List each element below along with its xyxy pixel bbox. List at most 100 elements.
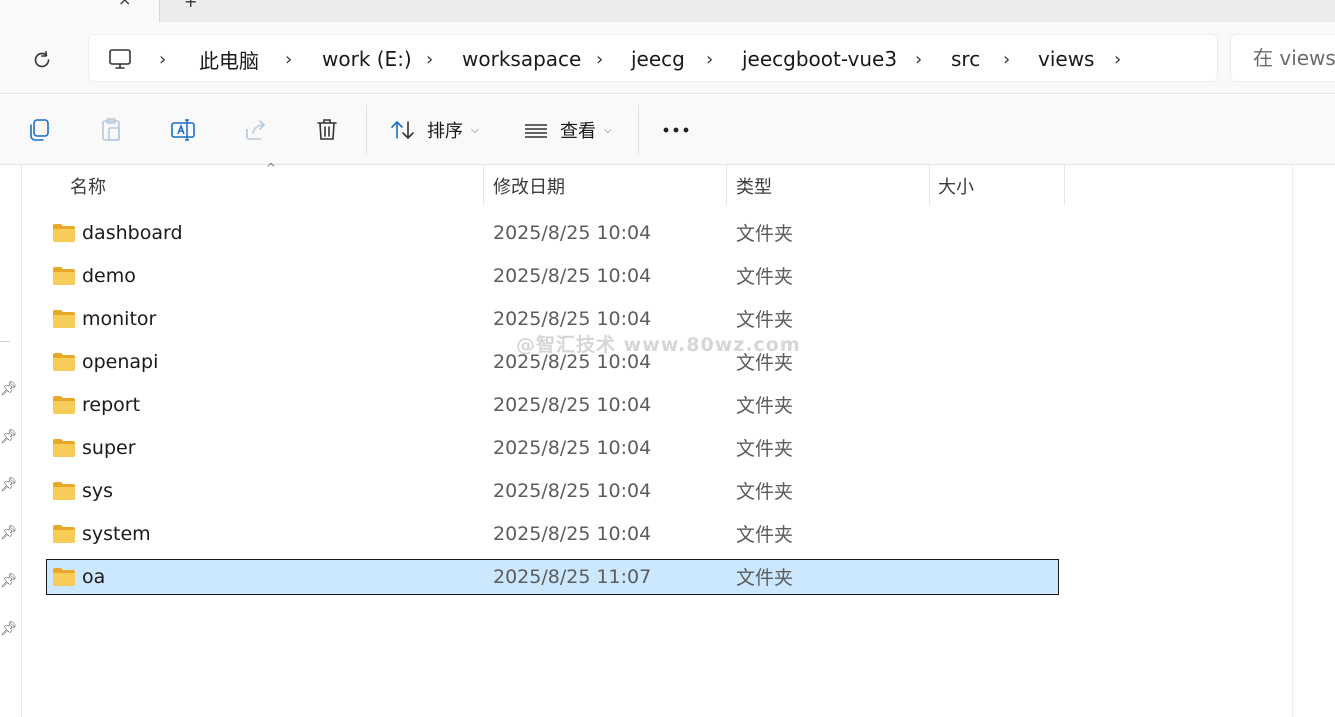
- sort-label: 排序: [427, 121, 463, 142]
- breadcrumb-work-drive[interactable]: work (E:): [322, 35, 412, 83]
- chevron-right-icon[interactable]: ›: [1003, 35, 1010, 83]
- this-pc-icon[interactable]: [107, 35, 133, 83]
- refresh-icon: [34, 51, 50, 68]
- chevron-down-icon: ⌵: [604, 124, 612, 136]
- more-options-button[interactable]: [661, 115, 691, 145]
- copy-icon: [30, 119, 49, 141]
- file-type: 文件夹: [736, 567, 794, 589]
- paste-button[interactable]: [96, 115, 126, 145]
- breadcrumb-views[interactable]: views: [1038, 35, 1094, 83]
- pin-icon[interactable]: 📌︎: [0, 573, 18, 589]
- copy-button[interactable]: [24, 115, 54, 145]
- separator: [366, 105, 367, 155]
- rename-button[interactable]: [168, 115, 198, 145]
- file-row[interactable]: dashboard 2025/8/25 10:04 文件夹: [22, 211, 1292, 254]
- share-icon: [246, 120, 266, 140]
- trash-icon: [317, 119, 337, 140]
- file-row[interactable]: demo 2025/8/25 10:04 文件夹: [22, 254, 1292, 297]
- file-type: 文件夹: [736, 481, 794, 503]
- folder-icon: [52, 254, 76, 297]
- tab-strip: × +: [0, 0, 1335, 22]
- breadcrumb-jeecg[interactable]: jeecg: [631, 35, 685, 83]
- clipboard-icon: [102, 118, 120, 141]
- watermark: @智汇技术 www.80wz.com: [516, 334, 801, 356]
- address-bar: › 此电脑 › work (E:) › worksapace › jeecg ›…: [0, 22, 1335, 94]
- pin-icon[interactable]: 📌︎: [0, 477, 18, 493]
- column-name[interactable]: 名称: [70, 165, 106, 207]
- sort-button[interactable]: 排序 ⌵: [389, 113, 479, 147]
- folder-icon: [52, 297, 76, 340]
- file-row[interactable]: system 2025/8/25 10:04 文件夹: [22, 512, 1292, 555]
- share-button[interactable]: [241, 115, 271, 145]
- chevron-down-icon: ⌵: [471, 124, 479, 136]
- file-name: super: [82, 436, 136, 459]
- breadcrumb-this-pc[interactable]: 此电脑: [199, 35, 259, 83]
- chevron-right-icon[interactable]: ›: [915, 35, 922, 83]
- file-date: 2025/8/25 10:04: [493, 522, 652, 545]
- view-button[interactable]: 查看 ⌵: [522, 113, 612, 147]
- file-type: 文件夹: [736, 438, 794, 460]
- file-row[interactable]: report 2025/8/25 10:04 文件夹: [22, 383, 1292, 426]
- pin-icon[interactable]: 📌︎: [0, 381, 18, 397]
- column-divider[interactable]: [483, 165, 484, 205]
- folder-icon: [52, 512, 76, 555]
- breadcrumb[interactable]: › 此电脑 › work (E:) › worksapace › jeecg ›…: [88, 34, 1218, 82]
- file-type: 文件夹: [736, 223, 794, 245]
- column-size[interactable]: 大小: [938, 165, 974, 207]
- file-name: monitor: [82, 307, 157, 330]
- column-divider[interactable]: [929, 165, 930, 205]
- chevron-right-icon[interactable]: ›: [596, 35, 603, 83]
- file-list: dashboard 2025/8/25 10:04 文件夹 demo 2025/…: [22, 211, 1292, 598]
- chevron-right-icon[interactable]: ›: [1114, 35, 1121, 83]
- sort-icon: [391, 120, 414, 140]
- breadcrumb-src[interactable]: src: [951, 35, 980, 83]
- folder-icon: [52, 426, 76, 469]
- file-row[interactable]: sys 2025/8/25 10:04 文件夹: [22, 469, 1292, 512]
- breadcrumb-worksapace[interactable]: worksapace: [462, 35, 581, 83]
- file-name: report: [82, 393, 141, 416]
- file-name: demo: [82, 264, 136, 287]
- navigation-pane[interactable]: 📌︎ 📌︎ 📌︎ 📌︎ 📌︎ 📌︎: [0, 165, 22, 717]
- refresh-button[interactable]: [28, 46, 56, 74]
- more-icon: [663, 127, 689, 133]
- list-view-icon: [525, 124, 547, 138]
- breadcrumb-jeecgboot-vue3[interactable]: jeecgboot-vue3: [742, 35, 897, 83]
- file-name: oa: [82, 565, 106, 588]
- rename-icon: [171, 119, 195, 141]
- folder-icon: [52, 383, 76, 426]
- file-name: sys: [82, 479, 114, 502]
- pin-icon[interactable]: 📌︎: [0, 525, 18, 541]
- file-type: 文件夹: [736, 524, 794, 546]
- chevron-right-icon[interactable]: ›: [159, 35, 166, 83]
- command-bar: 排序 ⌵ 查看 ⌵: [0, 95, 1335, 165]
- chevron-right-icon[interactable]: ›: [706, 35, 713, 83]
- column-header: ^ 名称 修改日期 类型 大小: [22, 161, 1292, 207]
- tab-views[interactable]: ×: [0, 0, 160, 22]
- file-date: 2025/8/25 10:04: [493, 393, 652, 416]
- file-date: 2025/8/25 10:04: [493, 436, 652, 459]
- file-row[interactable]: oa 2025/8/25 11:07 文件夹: [22, 555, 1292, 598]
- close-icon[interactable]: ×: [118, 0, 131, 8]
- sort-up-icon: ^: [266, 161, 277, 175]
- search-input[interactable]: 在 views: [1230, 34, 1335, 82]
- pin-icon[interactable]: 📌︎: [0, 429, 18, 445]
- file-explorer-window: × + › 此电脑 › work (E:) › worksapace ›: [0, 0, 1335, 717]
- chevron-right-icon[interactable]: ›: [285, 35, 292, 83]
- delete-button[interactable]: [312, 115, 342, 145]
- folder-icon: [52, 469, 76, 512]
- new-tab-icon[interactable]: +: [184, 0, 197, 10]
- chevron-right-icon[interactable]: ›: [426, 35, 433, 83]
- details-pane-edge: [1292, 165, 1293, 717]
- folder-icon: [52, 211, 76, 254]
- separator: [638, 105, 639, 155]
- column-date[interactable]: 修改日期: [493, 165, 565, 207]
- file-type: 文件夹: [736, 266, 794, 288]
- file-type: 文件夹: [736, 395, 794, 417]
- pin-icon[interactable]: 📌︎: [0, 621, 18, 637]
- folder-icon: [52, 555, 76, 598]
- divider: [0, 341, 10, 342]
- file-row[interactable]: super 2025/8/25 10:04 文件夹: [22, 426, 1292, 469]
- column-divider[interactable]: [1064, 165, 1065, 205]
- column-type[interactable]: 类型: [736, 165, 772, 207]
- column-divider[interactable]: [726, 165, 727, 205]
